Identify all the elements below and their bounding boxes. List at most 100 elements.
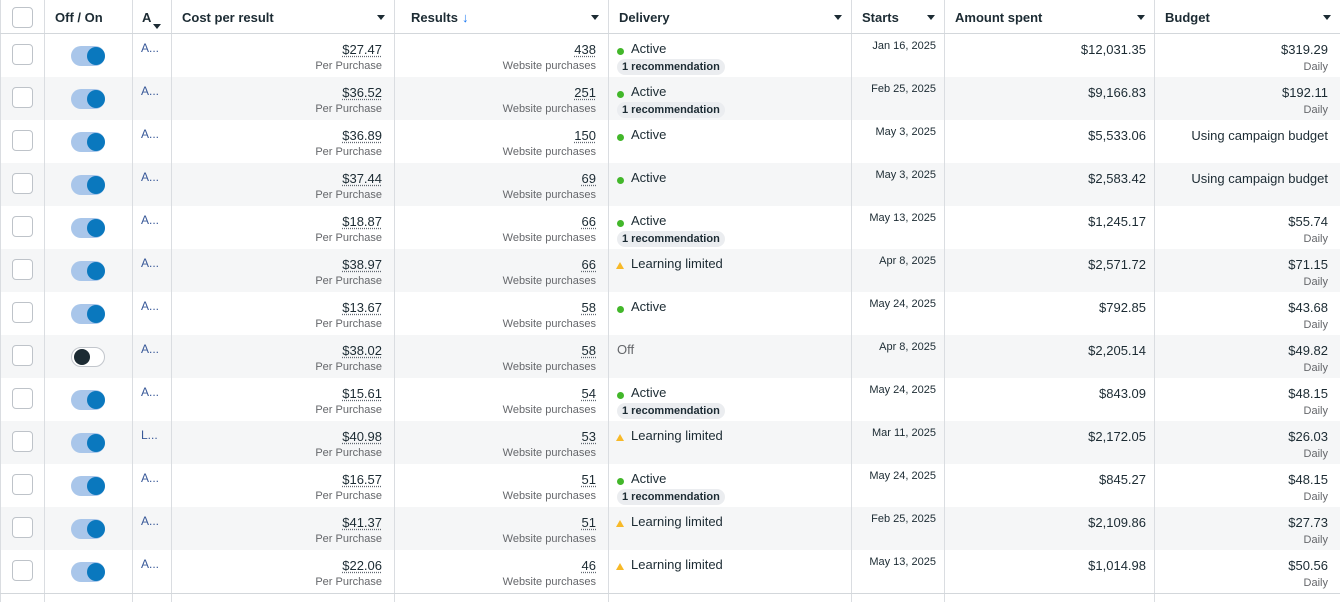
amount-cell: $792.85 [945,292,1155,335]
header-starts[interactable]: Starts [852,0,945,33]
results-cell: 58 Website purchases [395,335,609,378]
toggle-knob [74,349,90,365]
start-date: Jan 16, 2025 [872,40,936,52]
on-off-toggle[interactable] [71,519,105,539]
select-all-checkbox[interactable] [12,7,33,28]
campaign-name-link[interactable]: A... [141,213,159,227]
campaign-name-link[interactable]: A... [141,299,159,313]
budget-value: $71.15 [1288,257,1328,272]
header-results[interactable]: Results ↓ [395,0,609,33]
row-checkbox[interactable] [12,87,33,108]
row-checkbox[interactable] [12,345,33,366]
row-checkbox[interactable] [12,302,33,323]
delivery-cell: Learning limited [609,507,852,550]
on-off-toggle[interactable] [71,390,105,410]
header-cost-per-result[interactable]: Cost per result [172,0,395,33]
budget-value: $26.03 [1288,429,1328,444]
toggle-knob [87,563,105,581]
budget-cell: Using campaign budget [1155,163,1340,206]
budget-type: Daily [1303,362,1328,374]
row-checkbox[interactable] [12,474,33,495]
table-row: A... $38.02 Per Purchase 58 Website purchase… [0,335,1340,378]
budget-value: $192.11 [1281,85,1328,100]
recommendation-badge[interactable]: 1 recommendation [617,102,725,118]
toggle-cell [45,120,133,163]
row-checkbox[interactable] [12,44,33,65]
recommendation-badge[interactable]: 1 recommendation [617,489,725,505]
on-off-toggle[interactable] [71,46,105,66]
campaign-name-link[interactable]: L... [141,428,158,442]
results-value: 51 [581,472,596,487]
amount-spent: $2,583.42 [1088,171,1146,186]
caret-down-icon[interactable] [1137,15,1145,20]
row-checkbox[interactable] [12,517,33,538]
on-off-toggle[interactable] [71,89,105,109]
on-off-toggle[interactable] [71,304,105,324]
delivery-cell: Learning limited [609,249,852,292]
on-off-toggle[interactable] [71,132,105,152]
start-date: May 24, 2025 [869,470,936,482]
start-date: May 13, 2025 [869,212,936,224]
campaign-name-link[interactable]: A... [141,385,159,399]
starts-cell: May 3, 2025 [852,163,945,206]
results-subtitle: Website purchases [502,447,596,459]
row-checkbox[interactable] [12,259,33,280]
name-cell: A... [133,335,172,378]
budget-cell: Using campaign budget [1155,120,1340,163]
on-off-toggle[interactable] [71,433,105,453]
caret-down-icon[interactable] [834,15,842,20]
campaign-name-link[interactable]: A... [141,170,159,184]
budget-cell: $192.11 Daily [1155,77,1340,120]
header-budget[interactable]: Budget [1155,0,1340,33]
toggle-cell [45,206,133,249]
row-checkbox[interactable] [12,431,33,452]
on-off-toggle[interactable] [71,261,105,281]
budget-value: $48.15 [1288,386,1328,401]
recommendation-badge[interactable]: 1 recommendation [617,231,725,247]
caret-down-icon[interactable] [1323,15,1331,20]
toggle-knob [87,520,105,538]
recommendation-badge[interactable]: 1 recommendation [617,403,725,419]
on-off-toggle[interactable] [71,218,105,238]
header-name[interactable]: A [133,0,172,33]
delivery-status: Active [631,385,667,400]
header-results-label: Results [411,10,458,25]
budget-value: $319.29 [1281,42,1328,57]
header-off-on[interactable]: Off / On [45,0,133,33]
on-off-toggle[interactable] [71,347,105,367]
row-checkbox[interactable] [12,173,33,194]
caret-down-icon[interactable] [927,15,935,20]
row-checkbox[interactable] [12,216,33,237]
on-off-toggle[interactable] [71,476,105,496]
delivery-status: Active [631,471,667,486]
row-checkbox[interactable] [12,130,33,151]
caret-down-icon[interactable] [377,15,385,20]
campaign-name-link[interactable]: A... [141,342,159,356]
toggle-cell [45,550,133,593]
caret-down-icon[interactable] [153,24,161,29]
select-cell [0,507,45,550]
campaign-name-link[interactable]: A... [141,256,159,270]
table-row: A... $36.89 Per Purchase 150 Website purchas… [0,120,1340,163]
on-off-toggle[interactable] [71,175,105,195]
results-subtitle: Website purchases [502,533,596,545]
results-cell: 66 Website purchases [395,249,609,292]
campaign-name-link[interactable]: A... [141,471,159,485]
select-cell [0,163,45,206]
budget-cell: $26.03 Daily [1155,421,1340,464]
caret-down-icon[interactable] [591,15,599,20]
campaign-name-link[interactable]: A... [141,41,159,55]
cost-value: $22.06 [342,558,382,573]
campaign-name-link[interactable]: A... [141,84,159,98]
recommendation-badge[interactable]: 1 recommendation [617,59,725,75]
campaign-name-link[interactable]: A... [141,557,159,571]
campaign-name-link[interactable]: A... [141,127,159,141]
header-amount-spent[interactable]: Amount spent [945,0,1155,33]
on-off-toggle[interactable] [71,562,105,582]
amount-spent: $2,109.86 [1088,515,1146,530]
campaign-name-link[interactable]: A... [141,514,159,528]
header-delivery[interactable]: Delivery [609,0,852,33]
row-checkbox[interactable] [12,388,33,409]
row-checkbox[interactable] [12,560,33,581]
arrow-down-icon[interactable]: ↓ [462,10,469,25]
